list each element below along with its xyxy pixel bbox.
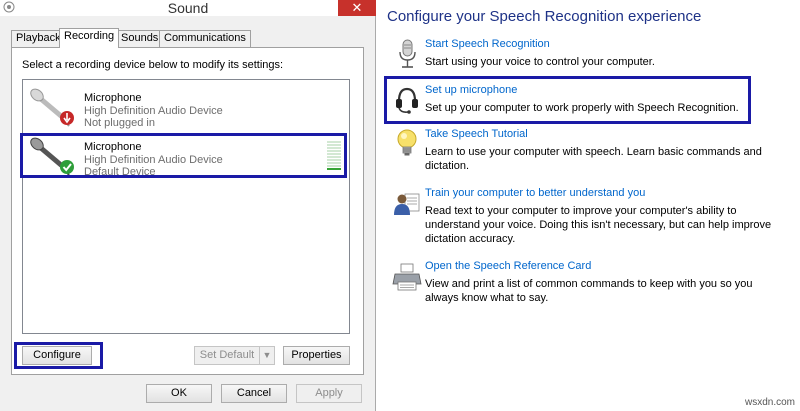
recording-device-list[interactable]: Microphone High Definition Audio Device … — [22, 79, 350, 334]
window-title: Sound — [167, 0, 209, 16]
close-button[interactable]: ✕ — [338, 0, 376, 16]
device-name: Microphone — [84, 92, 142, 104]
speech-item-start: Start Speech Recognition Start using you… — [382, 38, 792, 74]
tab-playback[interactable]: Playback — [11, 30, 66, 47]
microphone-icon — [399, 39, 416, 68]
tab-communications[interactable]: Communications — [159, 30, 251, 47]
device-highlight-box — [20, 133, 347, 178]
apply-button[interactable]: Apply — [296, 384, 362, 403]
setup-microphone-highlight-box — [384, 76, 751, 124]
title-bar: Sound ✕ — [0, 0, 376, 16]
device-row-microphone-unplugged[interactable]: Microphone High Definition Audio Device … — [23, 84, 349, 130]
train-computer-link[interactable]: Train your computer to better understand… — [425, 187, 645, 200]
properties-button[interactable]: Properties — [283, 346, 350, 365]
tab-sounds[interactable]: Sounds — [116, 30, 164, 47]
speech-item-description: Read text to your computer to improve yo… — [425, 205, 772, 245]
device-driver: High Definition Audio Device — [84, 105, 223, 117]
train-user-icon — [394, 193, 420, 215]
lightbulb-icon — [397, 129, 417, 156]
chevron-down-icon: ▼ — [262, 350, 272, 360]
speech-item-description: Learn to use your computer with speech. … — [425, 146, 762, 172]
printer-icon — [392, 263, 422, 291]
watermark: wsxdn.com — [745, 397, 796, 408]
speech-recognition-title: Configure your Speech Recognition experi… — [387, 8, 702, 25]
start-speech-recognition-link[interactable]: Start Speech Recognition — [425, 38, 550, 51]
speech-item-description: View and print a list of common commands… — [425, 278, 753, 304]
set-default-dropdown[interactable]: ▼ — [259, 346, 275, 365]
set-default-button[interactable]: Set Default — [194, 346, 260, 365]
speech-item-reference-card: Open the Speech Reference Card View and … — [382, 260, 792, 308]
sound-dialog: Sound ✕ Playback Recording Sounds Commun… — [0, 0, 376, 411]
configure-highlight-box — [14, 342, 103, 369]
speech-item-train: Train your computer to better understand… — [382, 187, 792, 247]
cancel-button[interactable]: Cancel — [221, 384, 287, 403]
open-speech-reference-card-link[interactable]: Open the Speech Reference Card — [425, 260, 591, 273]
speech-item-tutorial: Take Speech Tutorial Learn to use your c… — [382, 128, 792, 174]
take-speech-tutorial-link[interactable]: Take Speech Tutorial — [425, 128, 528, 141]
ok-button[interactable]: OK — [146, 384, 212, 403]
microphone-device-icon — [30, 88, 74, 127]
device-status: Not plugged in — [84, 117, 155, 129]
instruction-text: Select a recording device below to modif… — [22, 59, 284, 71]
unplugged-icon — [60, 111, 74, 125]
tab-recording[interactable]: Recording — [59, 28, 120, 48]
speech-item-description: Start using your voice to control your c… — [425, 56, 655, 68]
